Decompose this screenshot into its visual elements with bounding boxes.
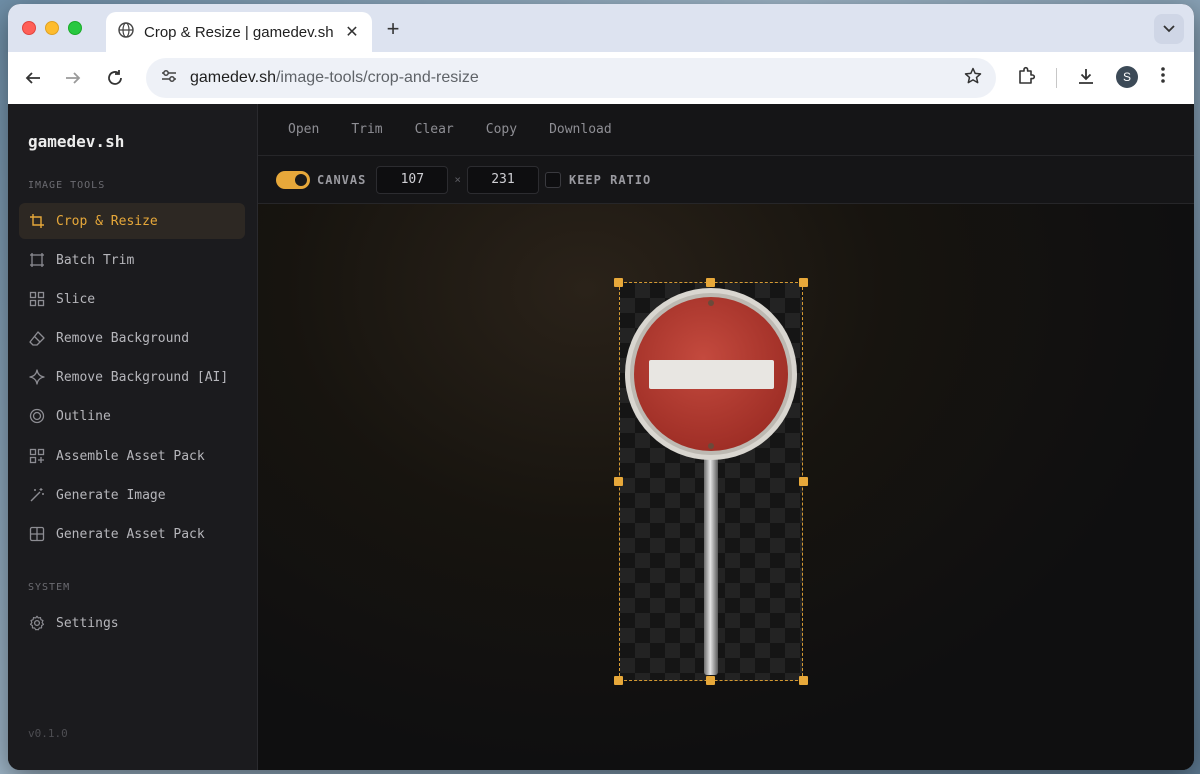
crop-handle-e[interactable]	[799, 477, 808, 486]
bookmark-star-icon[interactable]	[964, 67, 982, 90]
crop-handle-nw[interactable]	[614, 278, 623, 287]
tab-search-button[interactable]	[1154, 14, 1184, 44]
sidebar-item-generate-image[interactable]: Generate Image	[19, 477, 245, 513]
main-area: Open Trim Clear Copy Download CANVAS × K…	[258, 104, 1194, 770]
downloads-button[interactable]	[1076, 66, 1096, 86]
action-menu: Open Trim Clear Copy Download	[258, 104, 1194, 156]
browser-window: Crop & Resize | gamedev.sh ✕ + gamedev.s…	[8, 4, 1194, 770]
sidebar-item-label: Assemble Asset Pack	[56, 448, 205, 464]
outline-icon	[28, 407, 46, 425]
arrow-right-icon	[66, 72, 81, 84]
profile-button[interactable]: S	[1116, 66, 1138, 88]
close-window-button[interactable]	[22, 21, 36, 35]
reload-icon	[108, 70, 122, 85]
more-vertical-icon	[1161, 67, 1165, 83]
tab-strip: Crop & Resize | gamedev.sh ✕ +	[8, 4, 1194, 52]
canvas-toggle[interactable]	[276, 170, 310, 189]
crop-selection[interactable]	[619, 282, 803, 681]
keep-ratio-checkbox[interactable]	[544, 171, 561, 188]
toolbar-divider	[1056, 68, 1057, 88]
crop-handle-n[interactable]	[706, 278, 715, 287]
magic-wand-icon	[28, 486, 46, 504]
crop-handle-se[interactable]	[799, 676, 808, 685]
maximize-window-button[interactable]	[68, 21, 82, 35]
height-input[interactable]	[466, 165, 539, 194]
version-label: v0.1.0	[28, 727, 68, 740]
sidebar-item-label: Batch Trim	[56, 252, 135, 268]
open-button[interactable]: Open	[288, 122, 319, 137]
clear-button[interactable]: Clear	[415, 122, 454, 137]
browser-tab[interactable]: Crop & Resize | gamedev.sh ✕	[106, 12, 372, 52]
copy-button[interactable]: Copy	[486, 122, 517, 137]
sidebar-item-generate-asset-pack[interactable]: Generate Asset Pack	[19, 516, 245, 552]
gear-icon	[28, 614, 46, 632]
sidebar-item-crop-resize[interactable]: Crop & Resize	[19, 203, 245, 239]
reload-button[interactable]	[104, 67, 126, 89]
sidebar-item-settings[interactable]: Settings	[19, 605, 245, 641]
close-tab-icon[interactable]: ✕	[344, 22, 360, 42]
sidebar-item-label: Settings	[56, 615, 119, 631]
sidebar-item-label: Generate Image	[56, 487, 166, 503]
crop-icon	[28, 212, 46, 230]
crop-handle-w[interactable]	[614, 477, 623, 486]
window-controls	[22, 21, 82, 35]
avatar: S	[1116, 66, 1138, 88]
minimize-window-button[interactable]	[45, 21, 59, 35]
download-button[interactable]: Download	[549, 122, 612, 137]
sidebar-item-label: Crop & Resize	[56, 213, 158, 229]
site-settings-icon[interactable]	[160, 67, 178, 90]
crop-handle-ne[interactable]	[799, 278, 808, 287]
brand-logo[interactable]: gamedev.sh	[28, 132, 124, 151]
crop-handle-s[interactable]	[706, 676, 715, 685]
sidebar-item-remove-background-ai[interactable]: Remove Background [AI]	[19, 359, 245, 395]
download-icon	[1079, 69, 1093, 84]
puzzle-icon	[1019, 66, 1036, 84]
url-text[interactable]: gamedev.sh/image-tools/crop-and-resize	[190, 69, 964, 87]
sidebar-item-assemble-asset-pack[interactable]: Assemble Asset Pack	[19, 438, 245, 474]
trim-button[interactable]: Trim	[351, 122, 382, 137]
sidebar-item-batch-trim[interactable]: Batch Trim	[19, 242, 245, 278]
tab-title: Crop & Resize | gamedev.sh	[144, 23, 334, 41]
browser-menu-button[interactable]	[1160, 66, 1166, 84]
canvas-stage[interactable]	[258, 204, 1194, 770]
times-symbol: ×	[454, 173, 461, 186]
app-root: gamedev.sh IMAGE TOOLS Crop & Resize Bat…	[8, 104, 1194, 770]
url-path: /image-tools/crop-and-resize	[275, 69, 479, 86]
sidebar-item-outline[interactable]: Outline	[19, 398, 245, 434]
extensions-button[interactable]	[1016, 66, 1036, 86]
options-bar: CANVAS × KEEP RATIO	[258, 156, 1194, 204]
sidebar-item-remove-background[interactable]: Remove Background	[19, 320, 245, 356]
keep-ratio-label: KEEP RATIO	[568, 172, 652, 187]
eraser-icon	[28, 329, 46, 347]
globe-icon	[118, 21, 134, 43]
sidebar-item-label: Outline	[56, 408, 111, 424]
section-label-system: SYSTEM	[28, 582, 71, 593]
url-host: gamedev.sh	[190, 69, 276, 86]
layout-icon	[28, 525, 46, 543]
new-tab-button[interactable]: +	[382, 16, 404, 42]
browser-toolbar: gamedev.sh/image-tools/crop-and-resize S	[8, 52, 1194, 104]
chevron-down-icon	[1163, 25, 1175, 33]
sidebar-item-label: Generate Asset Pack	[56, 526, 205, 542]
assemble-icon	[28, 447, 46, 465]
canvas-label: CANVAS	[317, 172, 367, 187]
forward-button[interactable]	[62, 67, 84, 89]
crop-handle-sw[interactable]	[614, 676, 623, 685]
sparkle-icon	[28, 368, 46, 386]
sidebar: gamedev.sh IMAGE TOOLS Crop & Resize Bat…	[8, 104, 258, 770]
grid-icon	[28, 290, 46, 308]
no-entry-sign-image	[625, 288, 797, 675]
section-label-image-tools: IMAGE TOOLS	[28, 180, 106, 191]
sidebar-item-slice[interactable]: Slice	[19, 281, 245, 317]
width-input[interactable]	[376, 165, 449, 194]
trim-icon	[28, 251, 46, 269]
arrow-left-icon	[25, 72, 40, 84]
sidebar-item-label: Remove Background [AI]	[56, 369, 229, 385]
sidebar-item-label: Remove Background	[56, 330, 190, 346]
address-bar[interactable]: gamedev.sh/image-tools/crop-and-resize	[146, 58, 996, 98]
sidebar-item-label: Slice	[56, 291, 96, 307]
back-button[interactable]	[22, 67, 44, 89]
